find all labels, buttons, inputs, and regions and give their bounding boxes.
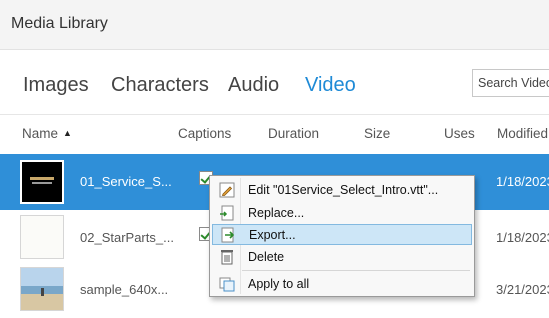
tab-video[interactable]: Video [305,74,356,97]
column-header-name-label: Name [22,126,59,141]
export-icon [220,227,236,243]
tab-bar: Images Characters Audio Video [0,50,549,115]
pencil-icon [219,182,235,198]
video-thumbnail [20,267,64,311]
column-header-modified[interactable]: Modified [497,126,548,141]
menu-item-label: Edit "01Service_Select_Intro.vtt"... [248,183,439,197]
menu-separator [242,270,470,271]
search-box [472,69,549,97]
apply-all-icon [219,276,235,292]
menu-item-edit[interactable]: Edit "01Service_Select_Intro.vtt"... [212,180,472,201]
menu-item-delete[interactable]: Delete [212,247,472,268]
row-modified: 3/21/2023 [496,282,549,297]
column-header-duration[interactable]: Duration [268,126,319,141]
menu-item-apply-to-all[interactable]: Apply to all [212,274,472,295]
row-modified: 1/18/2023 [496,174,549,189]
menu-item-label: Export... [249,228,296,242]
menu-item-replace[interactable]: Replace... [212,203,472,224]
column-header-row: Name ▲ Captions Duration Size Uses Modifi… [0,115,549,153]
column-header-uses[interactable]: Uses [444,126,475,141]
sort-ascending-icon: ▲ [63,128,72,138]
row-name: 02_StarParts_... [80,230,174,245]
video-thumbnail [20,215,64,259]
replace-icon [219,205,235,221]
menu-item-label: Replace... [248,206,305,220]
tab-characters[interactable]: Characters [111,74,209,97]
context-menu: Edit "01Service_Select_Intro.vtt"... Rep… [209,175,475,297]
row-name: 01_Service_S... [80,174,172,189]
window-title: Media Library [11,15,108,32]
row-modified: 1/18/2023 [496,230,549,245]
column-header-size[interactable]: Size [364,126,390,141]
trash-icon [219,249,235,265]
row-name: sample_640x... [80,282,169,297]
menu-item-export[interactable]: Export... [212,224,472,245]
menu-item-label: Delete [248,250,285,264]
column-header-captions[interactable]: Captions [178,126,231,141]
column-header-name[interactable]: Name ▲ [22,126,72,141]
menu-item-label: Apply to all [248,277,310,291]
tab-images[interactable]: Images [23,74,89,97]
search-input[interactable] [473,70,549,96]
tab-audio[interactable]: Audio [228,74,279,97]
title-bar: Media Library [0,0,549,50]
video-thumbnail [20,160,64,204]
